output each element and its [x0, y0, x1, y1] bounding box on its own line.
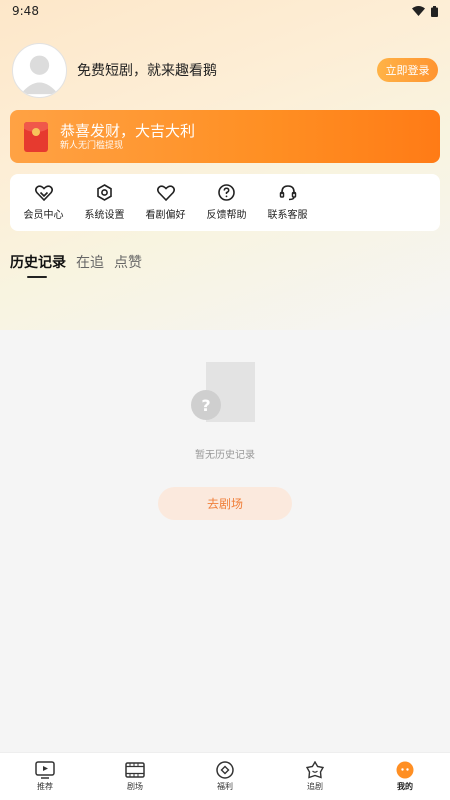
menu-item-label: 反馈帮助	[206, 210, 247, 221]
avatar[interactable]	[12, 42, 67, 98]
svg-text:?: ?	[201, 396, 210, 415]
menu-item-label: 看剧偏好	[145, 209, 186, 221]
menu-item-vip[interactable]: 会员中心	[13, 184, 74, 221]
settings-icon	[97, 184, 112, 201]
menu-item-service[interactable]: 联系客服	[257, 184, 318, 221]
red-envelope-icon	[24, 121, 48, 152]
default-user-icon	[20, 55, 59, 94]
coin-icon	[216, 761, 234, 779]
login-button[interactable]: 立即登录	[377, 58, 438, 82]
menu-item-label: 系统设置	[84, 210, 125, 221]
nav-item-follow[interactable]: 追剧	[270, 753, 360, 800]
play-screen-icon	[35, 761, 55, 779]
battery-icon	[431, 5, 438, 17]
nav-label: 福利	[217, 782, 233, 791]
nav-label: 推荐	[37, 782, 53, 791]
empty-message: 暂无历史记录	[195, 450, 255, 461]
nav-label: 追剧	[307, 782, 323, 791]
bottom-navigation: 推荐 剧场 福利 追剧 我的	[0, 752, 450, 800]
profile-face-icon	[396, 761, 414, 779]
menu-item-preference[interactable]: 看剧偏好	[135, 184, 196, 221]
profile-slogan: 免费短剧，就来趣看鹅	[77, 63, 217, 79]
nav-item-welfare[interactable]: 福利	[180, 753, 270, 800]
tab-history[interactable]: 历史记录	[10, 252, 66, 278]
go-theater-button[interactable]: 去剧场	[158, 487, 292, 520]
menu-item-help[interactable]: 反馈帮助	[196, 184, 257, 221]
nav-item-theater[interactable]: 剧场	[90, 753, 180, 800]
film-icon	[125, 762, 145, 778]
red-packet-banner[interactable]: 恭喜发财，大吉大利 新人无门槛提现	[10, 110, 440, 163]
nav-item-recommend[interactable]: 推荐	[0, 753, 90, 800]
quick-menu: 会员中心 系统设置 看剧偏好 反馈帮助 联系客服	[10, 174, 440, 231]
status-time: 9:48	[12, 4, 39, 18]
status-bar: 9:48	[0, 0, 450, 22]
empty-document-icon: ?	[191, 362, 255, 422]
star-face-icon	[305, 761, 325, 779]
menu-item-label: 联系客服	[267, 210, 308, 221]
nav-label: 剧场	[127, 782, 143, 791]
tab-liked[interactable]: 点赞	[114, 252, 142, 272]
banner-subtitle: 新人无门槛提现	[60, 140, 124, 151]
menu-item-label: 会员中心	[23, 209, 64, 221]
banner-title: 恭喜发财，大吉大利	[60, 121, 196, 140]
help-icon	[218, 184, 235, 201]
status-icons	[412, 5, 438, 17]
profile-header: 免费短剧，就来趣看鹅 立即登录	[12, 42, 438, 98]
vip-heart-icon	[34, 184, 53, 201]
content-tabs: 历史记录 在追 点赞	[10, 252, 142, 282]
wifi-icon	[412, 6, 425, 16]
menu-item-settings[interactable]: 系统设置	[74, 184, 135, 221]
heart-icon	[156, 184, 175, 201]
tab-following[interactable]: 在追	[76, 252, 104, 272]
headset-icon	[279, 185, 296, 201]
nav-label: 我的	[397, 782, 413, 791]
nav-item-mine[interactable]: 我的	[360, 753, 450, 800]
